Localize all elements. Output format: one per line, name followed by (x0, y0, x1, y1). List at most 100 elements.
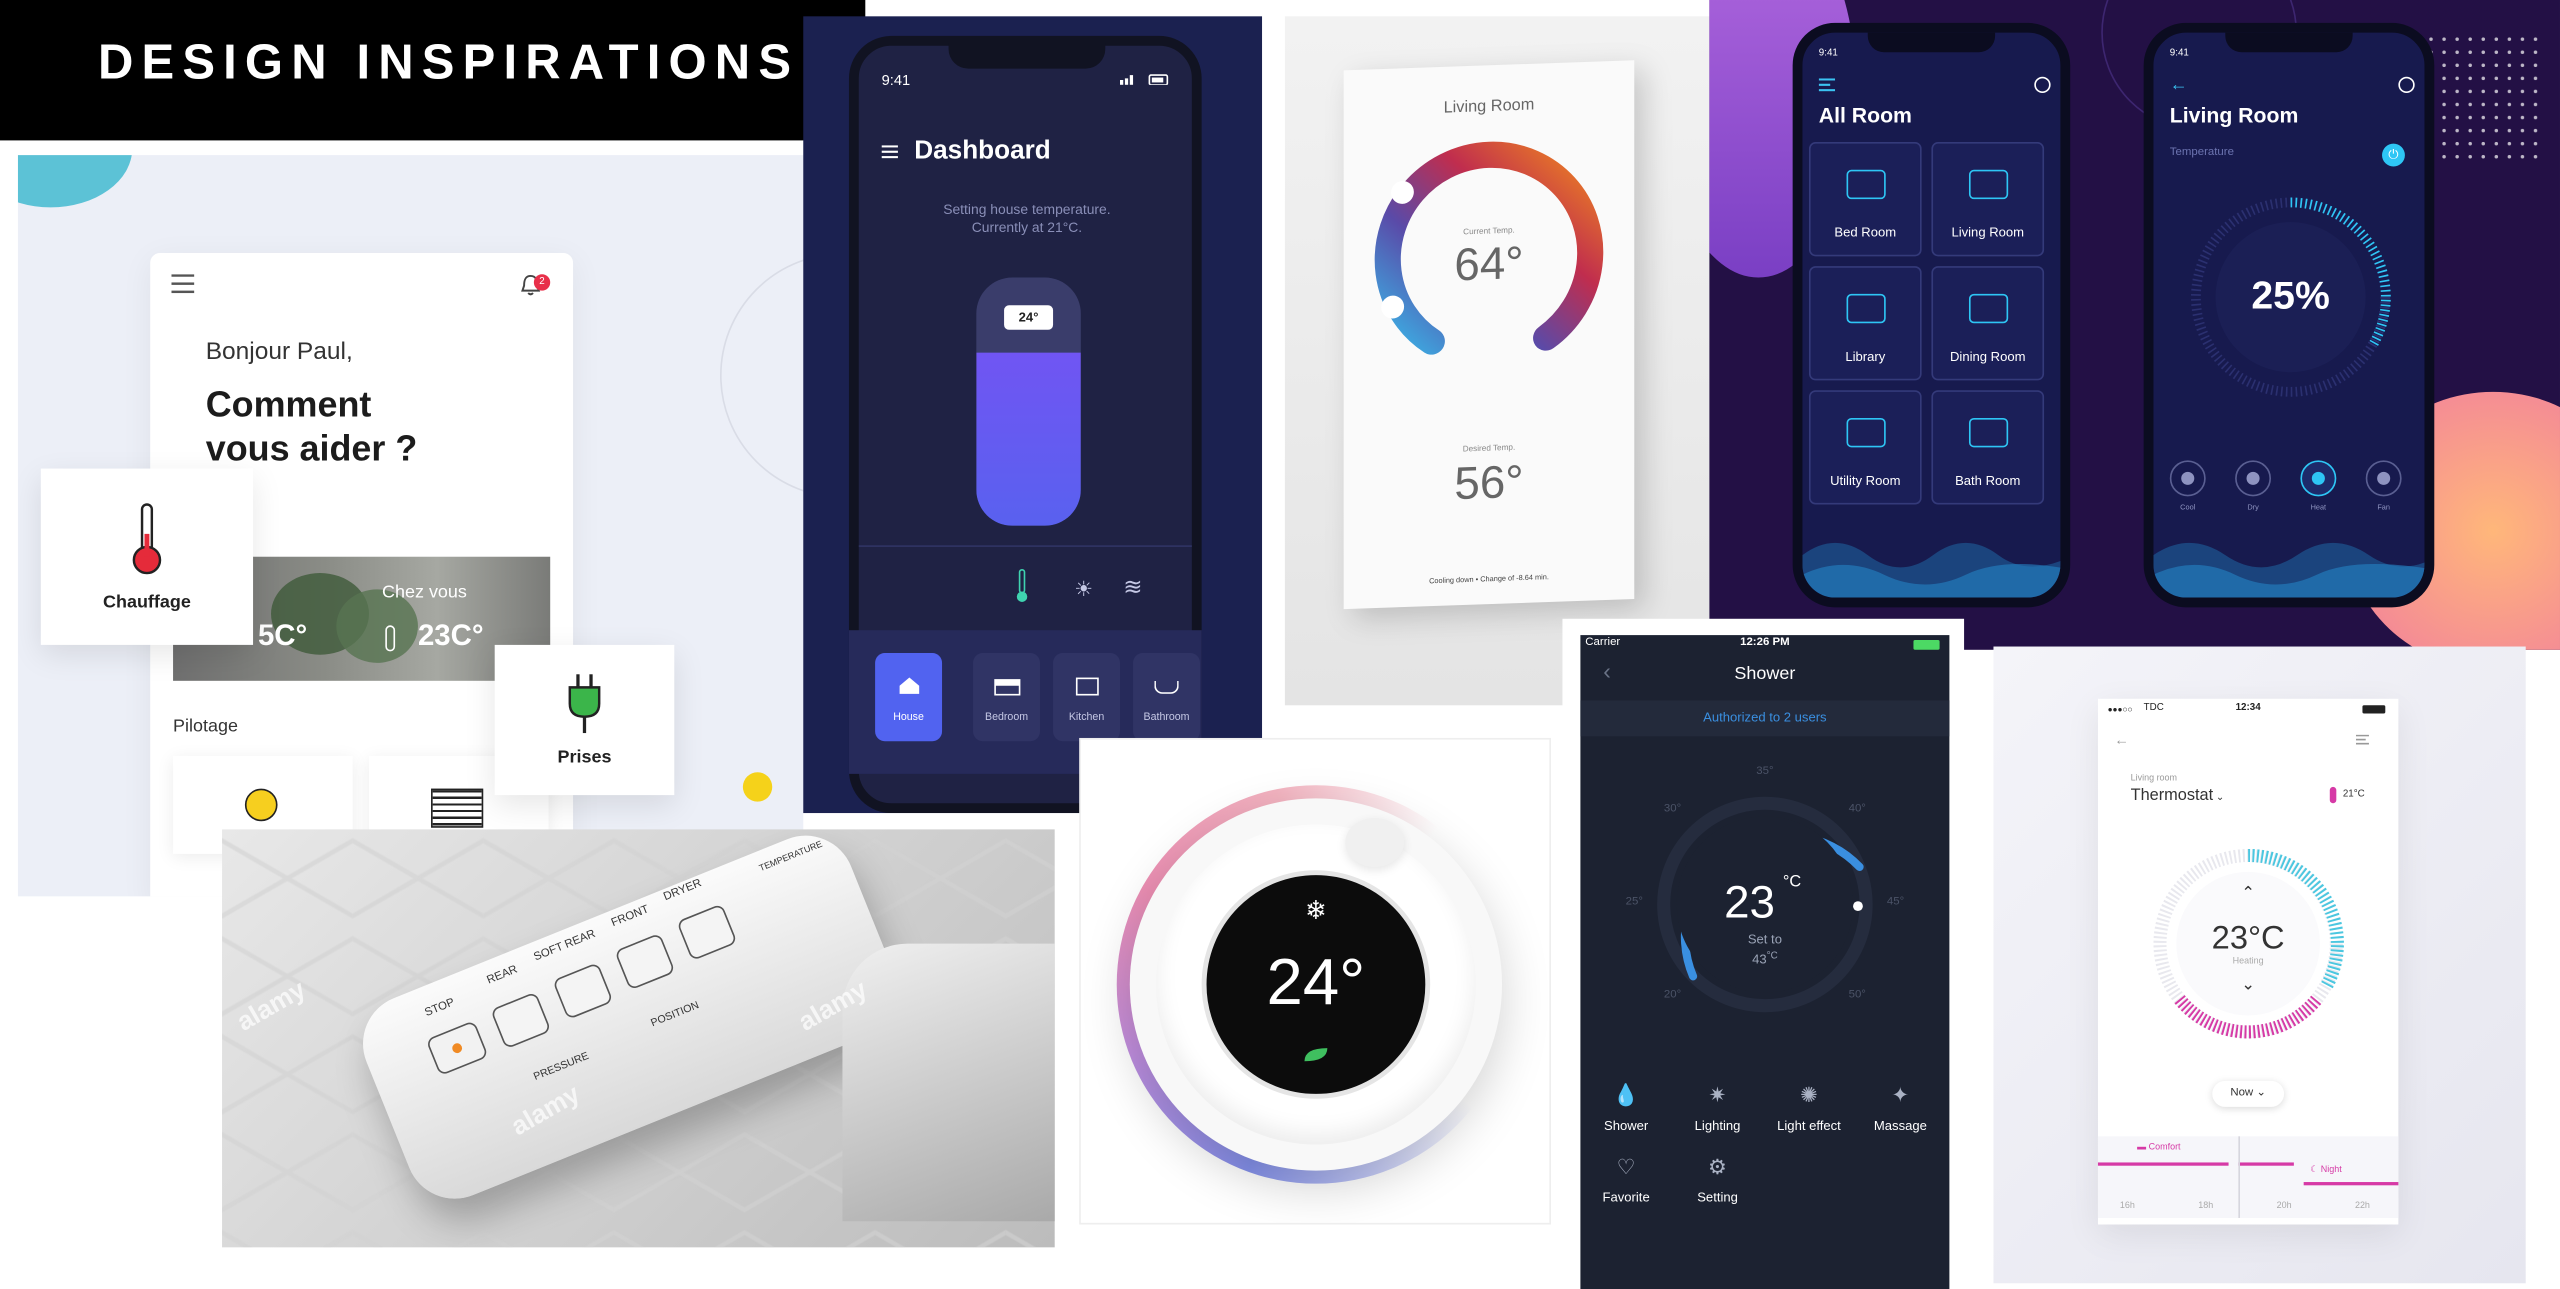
toilet-control-panel: STOP REAR SOFT REAR FRONT DRYER PRESSURE… (222, 829, 1055, 1248)
feature-button[interactable]: ✷ Lighting (1672, 1082, 1763, 1147)
decrease-chevron-icon[interactable]: ⌄ (2098, 976, 2398, 994)
night-label: ☾ Night (2310, 1165, 2342, 1176)
white-app-panel: ●●●○○ TDC 12:34 ← Living room Thermostat… (1993, 646, 2526, 1284)
desired-temp: 56° (1454, 455, 1524, 509)
menu-icon[interactable] (2355, 734, 2369, 745)
back-arrow-icon[interactable]: ← (2114, 731, 2129, 747)
scale-tick-label: 40° (1848, 803, 1866, 816)
leaf-icon (1301, 1045, 1330, 1065)
temperature-label: Temperature (2169, 146, 2234, 159)
room-card[interactable]: Utility Room (1808, 390, 1922, 505)
divider (858, 545, 1192, 547)
room-card[interactable]: Library (1808, 266, 1922, 381)
mode-button[interactable] (2300, 460, 2337, 497)
mode-button[interactable] (2169, 460, 2206, 497)
room-tab-kitchen[interactable]: Kitchen (1053, 653, 1120, 742)
room-card-label: Utility Room (1830, 473, 1901, 489)
subtitle-line2: Currently at 21°C. (971, 218, 1083, 236)
scale-tick-label: 30° (1663, 803, 1682, 816)
room-label: Living Room (1443, 96, 1535, 118)
living-room-title: Living Room (2169, 102, 2299, 128)
phone-frame: 9:41 Dashboard Setting house temperature… (848, 35, 1202, 814)
stove-icon (1075, 677, 1099, 696)
thermometer-tab-icon[interactable] (1016, 568, 1029, 604)
notification-badge: 2 (533, 274, 551, 291)
mode-button[interactable] (2365, 460, 2402, 497)
room-tab-bedroom[interactable]: Bedroom (973, 653, 1040, 742)
lightbulb-icon (244, 788, 278, 822)
sun-tab-icon[interactable]: ☀ (1074, 576, 1093, 602)
room-icon (1846, 169, 1886, 200)
mode-label: Heat (2310, 502, 2327, 512)
pilotage-label: Pilotage (173, 716, 238, 737)
dial-knob[interactable] (1345, 817, 1405, 867)
notch (1867, 32, 1996, 53)
plug-icon (565, 671, 604, 736)
wind-tab-icon[interactable]: ≋ (1123, 573, 1142, 601)
menu-icon[interactable] (881, 145, 898, 159)
banner: DESIGN INSPIRATIONS (0, 0, 866, 141)
thermostat-temp: 24° (1266, 946, 1366, 1019)
back-arrow-icon[interactable]: ← (2170, 75, 2188, 95)
battery-icon (2362, 705, 2386, 714)
phone-all-room: 9:41 All Room Bed Room Living Room Library… (1792, 22, 2071, 608)
dashboard-panel: 9:41 Dashboard Setting house temperature… (803, 16, 1263, 814)
slider-fill (976, 352, 1081, 526)
comfort-bar[interactable] (2097, 1162, 2229, 1166)
temperature-slider[interactable]: 24° (976, 277, 1081, 526)
now-button[interactable]: Now ⌄ (2212, 1080, 2285, 1107)
feature-icon: ✦ (1891, 1082, 1910, 1107)
set-to-value: 43°C (1580, 952, 1949, 967)
mode-button[interactable] (2235, 460, 2272, 497)
feature-button[interactable]: ♡ Favorite (1580, 1154, 1671, 1219)
feature-icon: ⚙ (1708, 1154, 1728, 1179)
room-card[interactable]: Bath Room (1931, 390, 2045, 505)
room-card[interactable]: Dining Room (1931, 266, 2045, 381)
compass-icon[interactable] (2034, 76, 2051, 94)
control-arm (842, 943, 1055, 1222)
scale-tick-label: 35° (1756, 765, 1774, 778)
feature-button[interactable]: ✦ Massage (1855, 1082, 1946, 1147)
french-app-panel: 2 Bonjour Paul, Comment vous aider ? Che… (17, 155, 804, 897)
feature-button[interactable]: ⚙ Setting (1672, 1154, 1763, 1219)
compass-icon[interactable] (2398, 76, 2415, 94)
room-icon (1846, 417, 1886, 448)
status-time: 9:41 (881, 71, 911, 89)
status-time: 12:34 (2235, 703, 2261, 714)
chauffage-card[interactable]: Chauffage (40, 468, 254, 645)
menu-icon[interactable] (171, 274, 195, 294)
feature-button[interactable]: 💧 Shower (1580, 1082, 1671, 1147)
banner-title: DESIGN INSPIRATIONS (97, 35, 800, 90)
status-time: 9:41 (2169, 48, 2189, 59)
mode-label: Dry (2247, 502, 2259, 512)
authorized-users: Authorized to 2 users (1703, 710, 1827, 725)
display-screen: ❄ 24° (1201, 870, 1431, 1099)
power-button[interactable]: ⏻ (2382, 143, 2405, 167)
headline-line2: vous aider ? (205, 427, 418, 469)
room-card[interactable]: Bed Room (1808, 142, 1922, 257)
room-tab-house[interactable]: House (875, 653, 943, 742)
hour-label: 22h (2354, 1201, 2370, 1212)
device-select[interactable]: Thermostat ⌄ (2131, 787, 2225, 805)
comfort-text: Comfort (2148, 1142, 2181, 1153)
feature-button[interactable]: ✺ Light effect (1763, 1082, 1854, 1147)
room-tab-bathroom[interactable]: Bathroom (1133, 653, 1200, 742)
night-bar[interactable] (2303, 1182, 2399, 1186)
increase-chevron-icon[interactable]: ⌃ (2098, 885, 2398, 903)
scale-tick-label: 20° (1663, 988, 1682, 1001)
round-thermostat-panel: ❄ 24° (1080, 739, 1550, 1223)
scale-tick-label: 25° (1625, 896, 1643, 908)
stop-indicator (450, 1041, 464, 1055)
wave-decor (2153, 542, 2425, 598)
room-card[interactable]: Living Room (1931, 142, 2045, 257)
notch (2225, 32, 2353, 53)
feature-label: Shower (1603, 1118, 1649, 1134)
set-to-number: 43 (1752, 951, 1767, 967)
comfort-bar-2[interactable] (2238, 1162, 2294, 1166)
bathtub-icon (1154, 680, 1179, 694)
feature-label: Lighting (1694, 1118, 1741, 1134)
prises-card[interactable]: Prises (494, 644, 675, 796)
room-card-label: Library (1845, 349, 1886, 365)
setpoint-temp: 23°C (2211, 920, 2285, 957)
menu-icon[interactable] (1818, 78, 1836, 92)
